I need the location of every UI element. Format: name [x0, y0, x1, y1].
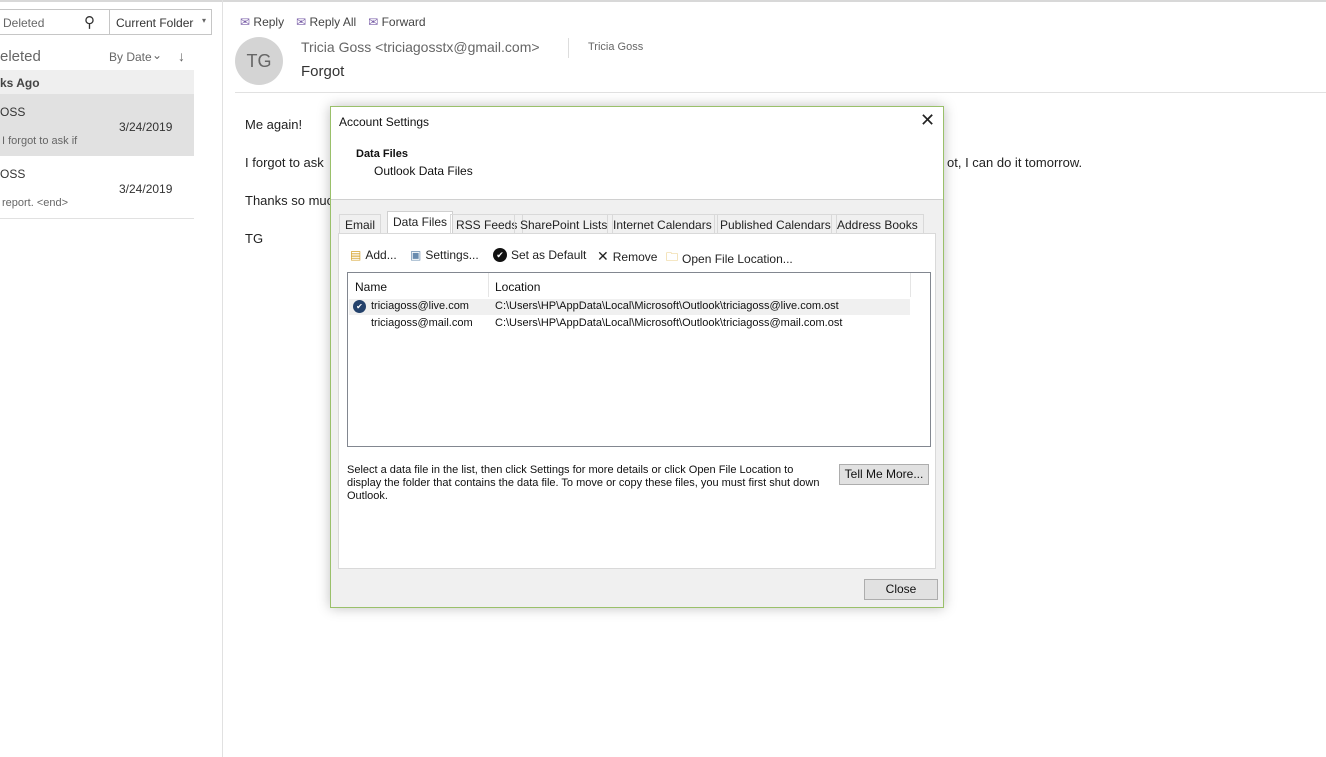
reading-toolbar: ✉ Reply ✉ Reply All ✉ Forward	[240, 15, 426, 29]
remove-icon: ✕	[597, 248, 609, 264]
add-file-icon: ▤	[350, 248, 362, 262]
sort-direction-icon[interactable]: ↓	[178, 48, 185, 64]
sender[interactable]: Tricia Goss <triciagosstx@gmail.com>	[301, 39, 540, 55]
sort-dropdown[interactable]: By Date	[109, 50, 152, 64]
settings-button[interactable]: ▣ Settings...	[410, 248, 479, 262]
checkmark-icon: ✔	[493, 248, 507, 262]
tab-email[interactable]: Email	[339, 214, 382, 234]
reply-all-button[interactable]: ✉ Reply All	[296, 15, 356, 29]
default-check-icon: ✔	[353, 300, 366, 313]
folder-title: eleted	[0, 48, 41, 65]
body-line: ot, I can do it tomorrow.	[947, 155, 1083, 170]
top-border	[0, 0, 1326, 2]
close-icon[interactable]: ✕	[920, 110, 935, 131]
tab-internet-calendars[interactable]: Internet Calendars	[607, 214, 718, 234]
remove-button[interactable]: ✕ Remove	[597, 248, 657, 265]
account-settings-dialog: Account Settings ✕ Data Files Outlook Da…	[330, 106, 944, 608]
forward-icon: ✉	[368, 15, 379, 29]
search-box[interactable]: Deleted ⚲ Current Folder ▾	[0, 9, 212, 35]
avatar: TG	[235, 37, 283, 85]
column-header-name[interactable]: Name	[355, 280, 387, 294]
list-item[interactable]: OSS 3/24/2019 I forgot to ask if	[0, 94, 194, 156]
search-icon[interactable]: ⚲	[84, 13, 95, 31]
body-line: Me again!	[245, 117, 303, 132]
open-file-location-button[interactable]: 🗀 Open File Location...	[666, 248, 793, 269]
search-input[interactable]: Deleted	[3, 16, 44, 30]
list-item[interactable]: OSS 3/24/2019 report. <end>	[0, 156, 194, 219]
tab-sharepoint-lists[interactable]: SharePoint Lists	[514, 214, 614, 234]
body-line: I forgot to ask	[245, 155, 324, 170]
tab-data-files[interactable]: Data Files	[387, 211, 454, 235]
data-files-list[interactable]: Name Location ✔ triciagoss@live.com C:\U…	[347, 272, 931, 447]
reply-icon: ✉	[240, 15, 251, 29]
chevron-down-icon[interactable]: ▾	[202, 16, 206, 25]
forward-button[interactable]: ✉ Forward	[368, 15, 425, 29]
column-header-location[interactable]: Location	[495, 280, 540, 294]
tell-me-more-button[interactable]: Tell Me More...	[839, 464, 929, 485]
help-text: Select a data file in the list, then cli…	[347, 464, 820, 502]
data-files-panel: ▤ Add... ▣ Settings... ✔ Set as Default ✕ Re…	[338, 233, 936, 569]
search-scope-dropdown[interactable]: Current Folder	[116, 16, 193, 30]
reply-button[interactable]: ✉ Reply	[240, 15, 284, 29]
set-default-button[interactable]: ✔ Set as Default	[493, 248, 586, 262]
add-button[interactable]: ▤ Add...	[350, 248, 397, 262]
body-line: Thanks so muc	[245, 193, 334, 208]
reply-all-icon: ✉	[296, 15, 307, 29]
settings-icon: ▣	[410, 248, 422, 262]
chevron-down-icon[interactable]: ⌄	[152, 48, 162, 62]
pane-divider	[222, 0, 223, 757]
table-row[interactable]: triciagoss@mail.com C:\Users\HP\AppData\…	[349, 316, 910, 332]
tab-address-books[interactable]: Address Books	[831, 214, 924, 234]
dialog-header: Account Settings ✕ Data Files Outlook Da…	[331, 107, 943, 200]
tab-published-calendars[interactable]: Published Calendars	[714, 214, 837, 234]
recipient[interactable]: Tricia Goss	[588, 41, 643, 53]
close-button[interactable]: Close	[864, 579, 938, 600]
tab-rss-feeds[interactable]: RSS Feeds	[450, 214, 524, 234]
body-line: TG	[245, 231, 264, 246]
folder-icon: 🗀	[666, 250, 679, 264]
dialog-title: Account Settings	[339, 115, 430, 129]
group-header: ks Ago	[0, 70, 194, 94]
table-row[interactable]: ✔ triciagoss@live.com C:\Users\HP\AppDat…	[349, 299, 910, 315]
subject: Forgot	[301, 63, 345, 80]
